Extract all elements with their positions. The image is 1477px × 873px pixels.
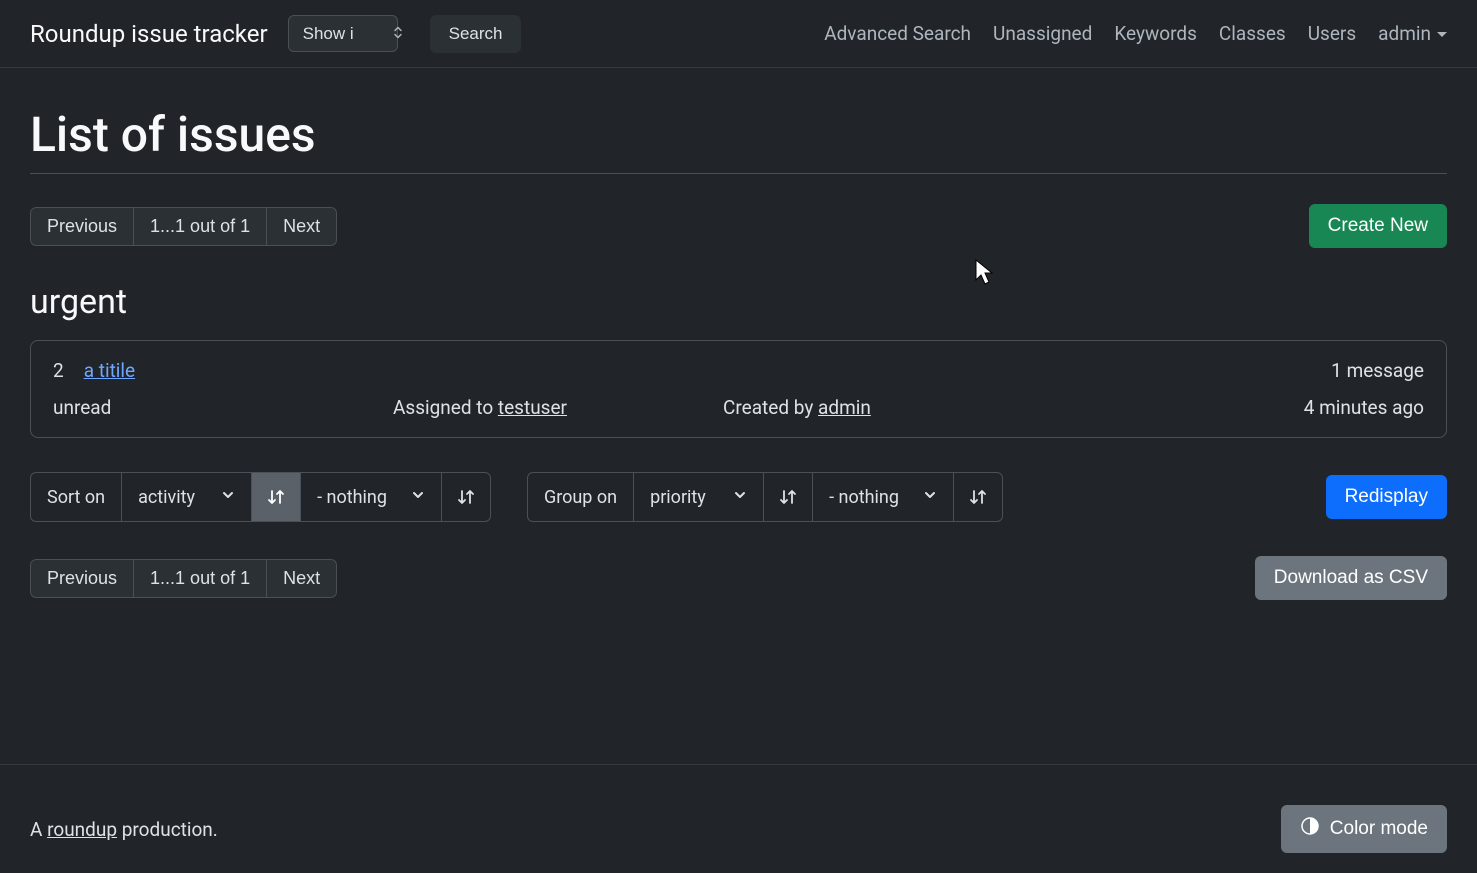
navbar: Roundup issue tracker Show i Search Adva…: [0, 0, 1477, 68]
issue-status: unread: [53, 396, 393, 419]
issue-id: 2: [53, 359, 64, 382]
sort-arrows-icon: [266, 487, 286, 507]
chevron-down-icon: [221, 488, 235, 506]
group-field-2-value: - nothing: [829, 487, 899, 508]
prev-button-bottom[interactable]: Previous: [30, 559, 134, 598]
chevron-down-icon: [733, 488, 747, 506]
issue-time: 4 minutes ago: [1304, 396, 1424, 419]
color-mode-button[interactable]: Color mode: [1281, 805, 1447, 853]
sort-field-1-value: activity: [138, 487, 195, 508]
next-button[interactable]: Next: [267, 207, 337, 246]
group-dir-2[interactable]: [954, 472, 1003, 522]
page-range-bottom[interactable]: 1...1 out of 1: [134, 559, 267, 598]
next-button-bottom[interactable]: Next: [267, 559, 337, 598]
pagination-top: Previous 1...1 out of 1 Next: [30, 207, 337, 246]
sort-label: Sort on: [30, 472, 122, 522]
group-heading: urgent: [30, 282, 1447, 322]
sort-arrows-icon: [968, 487, 988, 507]
color-mode-label: Color mode: [1330, 818, 1428, 840]
sort-arrows-icon: [778, 487, 798, 507]
main: List of issues Previous 1...1 out of 1 N…: [0, 68, 1477, 674]
footer-suffix: production.: [117, 818, 218, 841]
download-csv-button[interactable]: Download as CSV: [1255, 556, 1447, 600]
bottombar: Previous 1...1 out of 1 Next Download as…: [30, 556, 1447, 600]
group-label: Group on: [527, 472, 634, 522]
issue-title-link[interactable]: a titile: [84, 359, 135, 382]
sort-field-1[interactable]: activity: [122, 472, 252, 522]
page-range[interactable]: 1...1 out of 1: [134, 207, 267, 246]
sort-arrows-icon: [456, 487, 476, 507]
brand-title[interactable]: Roundup issue tracker: [30, 20, 268, 48]
issue-row-bottom: unread Assigned to testuser Created by a…: [53, 396, 1424, 419]
issue-message-count: 1 message: [1331, 359, 1424, 382]
nav-keywords[interactable]: Keywords: [1114, 22, 1197, 45]
redisplay-button[interactable]: Redisplay: [1326, 475, 1447, 519]
search-button[interactable]: Search: [430, 15, 522, 53]
created-label: Created by: [723, 396, 818, 419]
sort-dir-1[interactable]: [252, 472, 301, 522]
topbar: Previous 1...1 out of 1 Next Create New: [30, 204, 1447, 248]
nav-unassigned[interactable]: Unassigned: [993, 22, 1092, 45]
footer-prefix: A: [30, 818, 47, 841]
show-select-wrap: Show i: [288, 15, 414, 52]
issue-row-top: 2 a titile 1 message: [53, 359, 1424, 382]
nav-advanced-search[interactable]: Advanced Search: [824, 22, 971, 45]
sort-field-2-value: - nothing: [317, 487, 387, 508]
created-user-link[interactable]: admin: [818, 396, 871, 419]
half-circle-icon: [1300, 816, 1320, 842]
sort-field-2[interactable]: - nothing: [301, 472, 442, 522]
group-field-1-value: priority: [650, 487, 706, 508]
group-field-1[interactable]: priority: [634, 472, 764, 522]
divider: [30, 173, 1447, 174]
page-title: List of issues: [30, 106, 1447, 163]
assigned-user-link[interactable]: testuser: [498, 396, 567, 419]
nav-classes[interactable]: Classes: [1219, 22, 1286, 45]
pagination-bottom: Previous 1...1 out of 1 Next: [30, 559, 337, 598]
chevron-down-icon: [923, 488, 937, 506]
show-select[interactable]: Show i: [288, 15, 398, 52]
create-new-button[interactable]: Create New: [1309, 204, 1447, 248]
group-by-group: Group on priority - nothing: [527, 472, 1003, 522]
issue-card: 2 a titile 1 message unread Assigned to …: [30, 340, 1447, 438]
issue-created: Created by admin: [723, 396, 1304, 419]
prev-button[interactable]: Previous: [30, 207, 134, 246]
nav-user-menu[interactable]: admin: [1378, 22, 1447, 45]
chevron-down-icon: [411, 488, 425, 506]
controls-bar: Sort on activity - nothing Group on prio…: [30, 472, 1447, 522]
sort-dir-2[interactable]: [442, 472, 491, 522]
group-dir-1[interactable]: [764, 472, 813, 522]
issue-assigned: Assigned to testuser: [393, 396, 723, 419]
nav-users[interactable]: Users: [1308, 22, 1356, 45]
nav-links: Advanced Search Unassigned Keywords Clas…: [824, 22, 1447, 45]
sort-group: Sort on activity - nothing: [30, 472, 491, 522]
footer-text: A roundup production.: [30, 818, 218, 841]
footer-roundup-link[interactable]: roundup: [47, 818, 117, 841]
group-field-2[interactable]: - nothing: [813, 472, 954, 522]
assigned-label: Assigned to: [393, 396, 498, 419]
footer: A roundup production. Color mode: [0, 764, 1477, 873]
